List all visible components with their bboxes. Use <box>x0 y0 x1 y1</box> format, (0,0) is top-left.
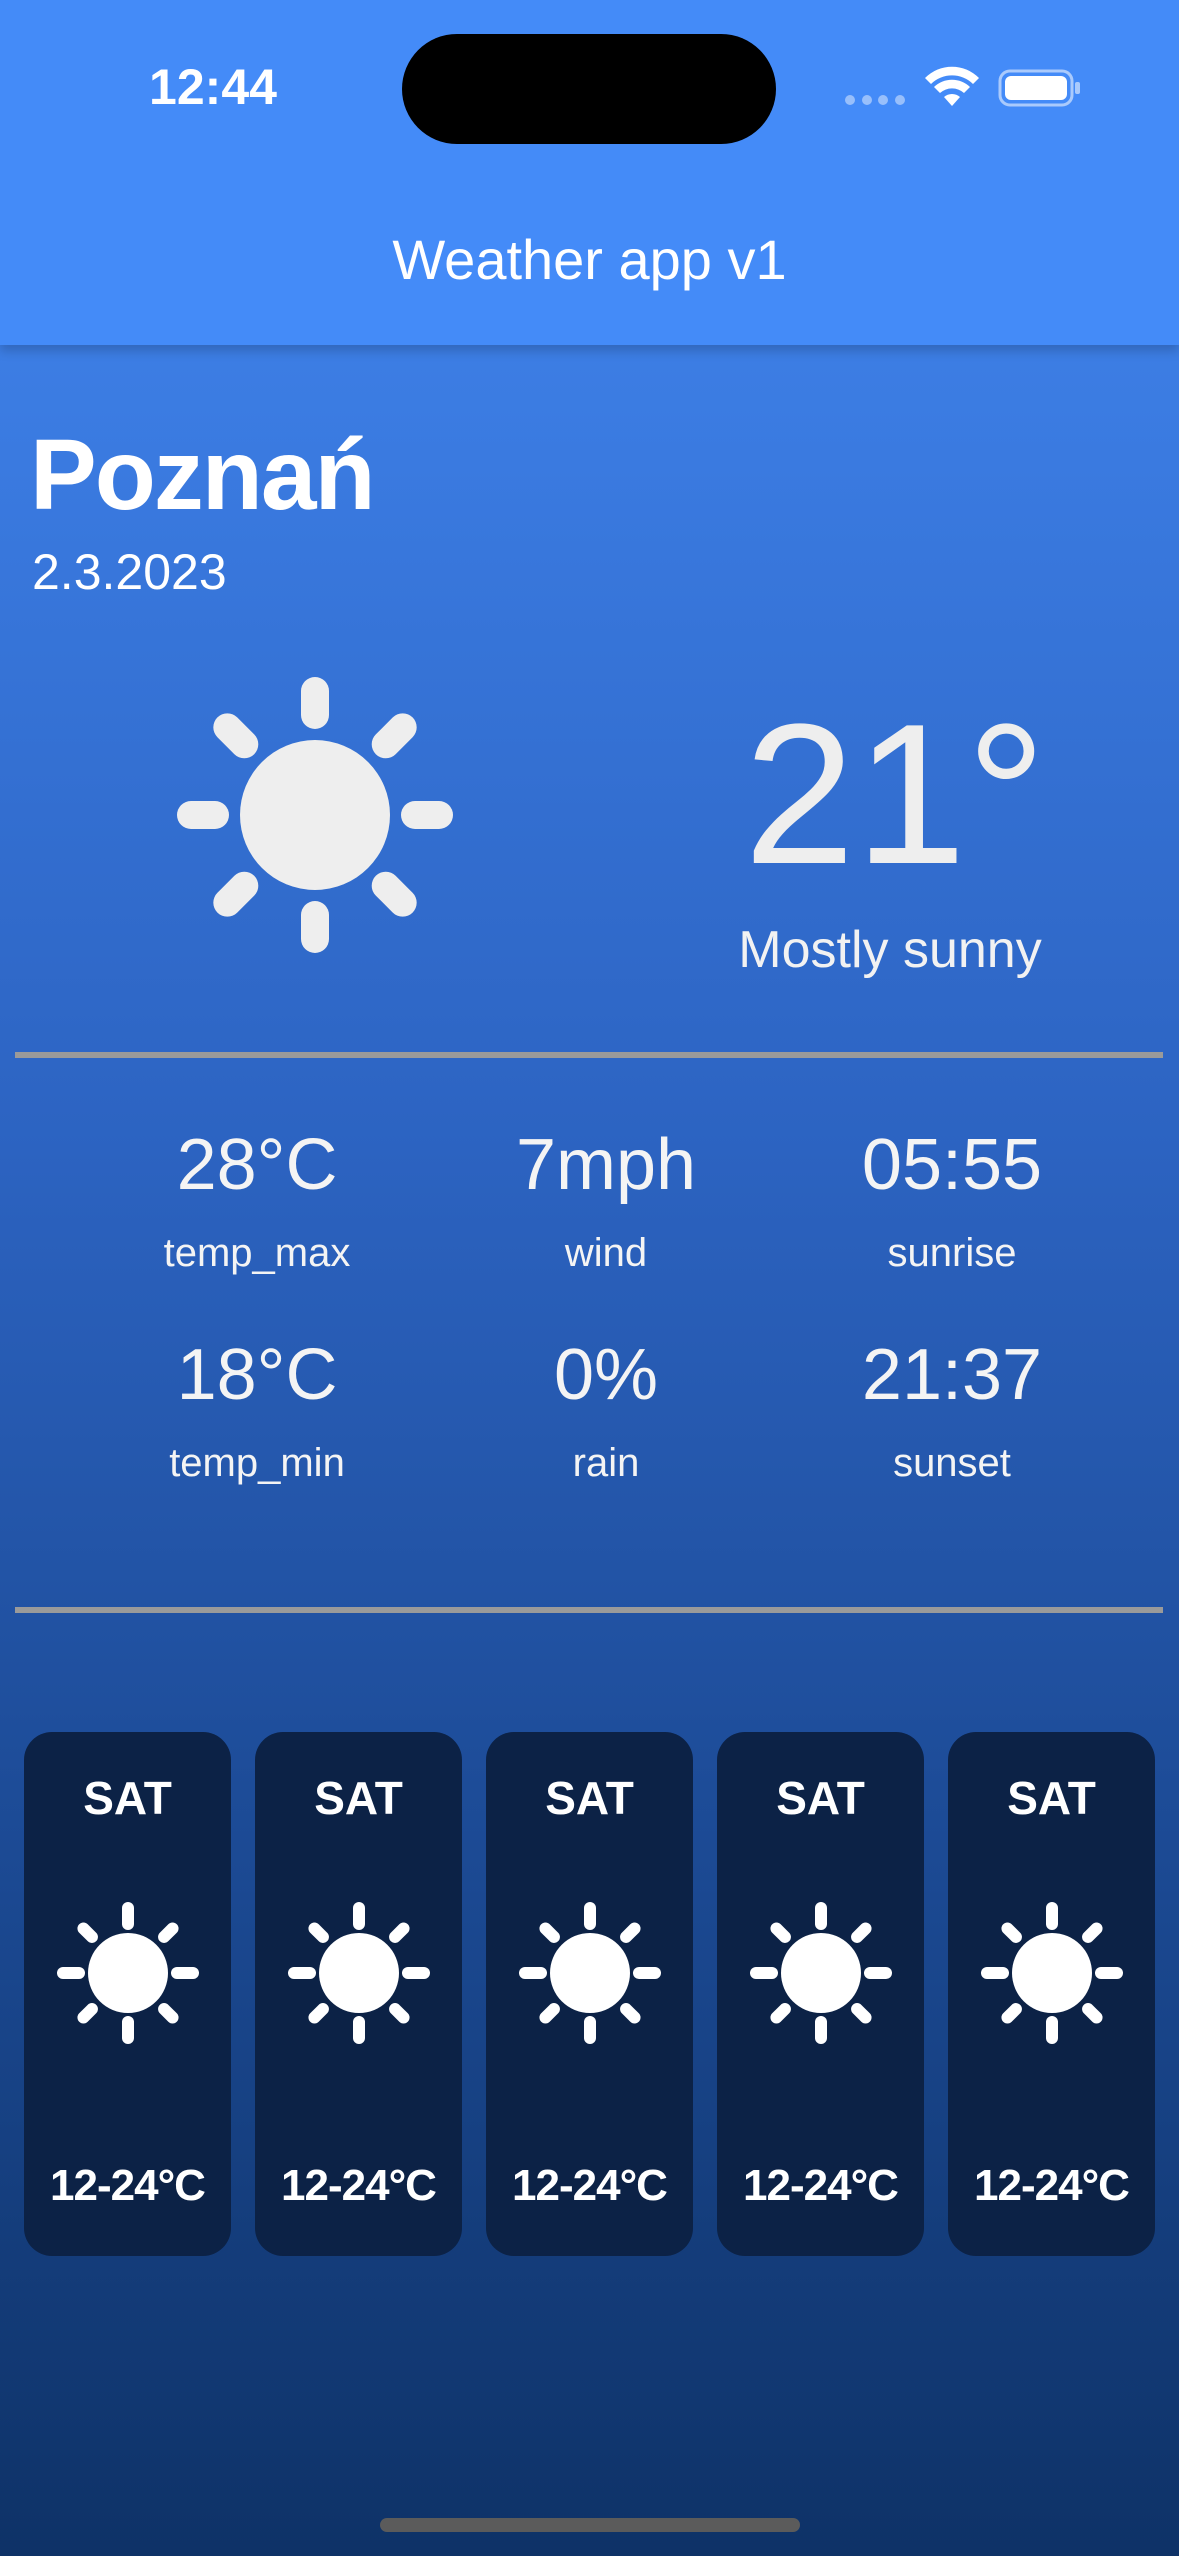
stat-value: 05:55 <box>861 1125 1043 1205</box>
app-title: Weather app v1 <box>392 228 787 291</box>
stat-label: temp_min <box>169 1441 345 1485</box>
forecast-day: SAT <box>83 1772 172 1824</box>
stat-label: rain <box>572 1441 640 1485</box>
stat-sunrise: 05:55 sunrise <box>772 1120 1132 1280</box>
forecast-range: 12-24°C <box>281 2161 437 2210</box>
home-indicator[interactable] <box>380 2518 800 2532</box>
divider <box>15 1607 1163 1613</box>
stat-label: sunrise <box>887 1231 1017 1275</box>
stat-value: 0% <box>553 1335 659 1415</box>
stat-label: temp_max <box>163 1231 351 1275</box>
stat-value: 28°C <box>176 1125 338 1205</box>
forecast-range: 12-24°C <box>50 2161 206 2210</box>
forecast-card[interactable]: SAT 12-24°C <box>948 1732 1155 2256</box>
stat-value: 18°C <box>176 1335 338 1415</box>
forecast-card[interactable]: SAT 12-24°C <box>255 1732 462 2256</box>
sun-icon <box>57 1902 199 2044</box>
forecast-card[interactable]: SAT 12-24°C <box>24 1732 231 2256</box>
stat-label: wind <box>564 1231 648 1275</box>
forecast-card[interactable]: SAT 12-24°C <box>486 1732 693 2256</box>
current-temperature: 21° <box>743 683 1047 906</box>
divider <box>15 1052 1163 1058</box>
stat-sunset: 21:37 sunset <box>772 1330 1132 1490</box>
city-name: Poznań <box>30 419 376 531</box>
forecast-range: 12-24°C <box>743 2161 899 2210</box>
stat-rain: 0% rain <box>426 1330 786 1490</box>
sun-icon <box>177 677 453 953</box>
stat-label: sunset <box>893 1441 1011 1485</box>
current-date: 2.3.2023 <box>32 544 227 600</box>
stat-wind: 7mph wind <box>426 1120 786 1280</box>
forecast-range: 12-24°C <box>974 2161 1130 2210</box>
forecast-day: SAT <box>776 1772 865 1824</box>
battery-icon <box>998 69 1080 107</box>
sun-icon <box>750 1902 892 2044</box>
forecast-card[interactable]: SAT 12-24°C <box>717 1732 924 2256</box>
forecast-day: SAT <box>314 1772 403 1824</box>
weather-condition: Mostly sunny <box>738 921 1042 979</box>
cellular-signal-icon <box>845 94 905 106</box>
stat-temp-min: 18°C temp_min <box>77 1330 437 1490</box>
stat-temp-max: 28°C temp_max <box>77 1120 437 1280</box>
wifi-icon <box>925 66 979 106</box>
sun-icon <box>288 1902 430 2044</box>
sun-icon <box>519 1902 661 2044</box>
dynamic-island <box>402 34 776 144</box>
sun-icon <box>981 1902 1123 2044</box>
status-time: 12:44 <box>149 59 277 115</box>
app-header: 12:44 Weather app v1 <box>0 0 1179 345</box>
forecast-day: SAT <box>1007 1772 1096 1824</box>
stat-value: 21:37 <box>861 1335 1043 1415</box>
stat-value: 7mph <box>515 1125 697 1205</box>
forecast-range: 12-24°C <box>512 2161 668 2210</box>
forecast-day: SAT <box>545 1772 634 1824</box>
